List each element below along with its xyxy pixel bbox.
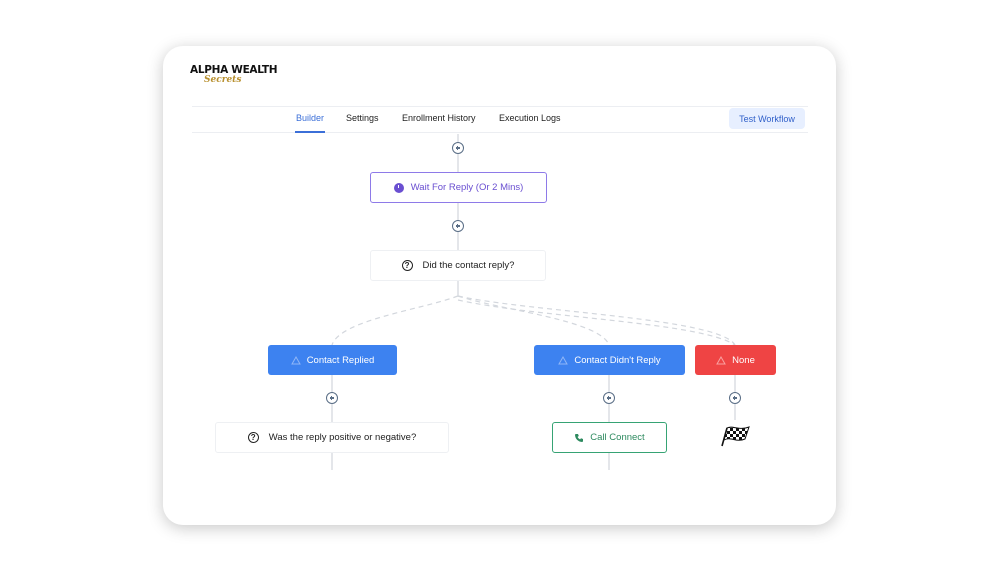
call-connect-node[interactable]: Call Connect <box>552 422 667 453</box>
workflow-connectors <box>331 134 736 470</box>
warning-icon <box>558 355 569 365</box>
warning-icon <box>290 355 301 365</box>
wait-node-label: Wait For Reply (Or 2 Mins) <box>410 182 524 193</box>
finish-flag-icon <box>721 426 750 447</box>
add-step-button[interactable] <box>326 392 338 404</box>
branch-label: None <box>732 354 755 366</box>
question-icon: ? <box>401 260 413 271</box>
warning-icon <box>716 355 727 365</box>
branch-label: Contact Replied <box>306 354 375 366</box>
condition-node-reply-sentiment[interactable]: ? Was the reply positive or negative? <box>215 422 449 453</box>
add-step-button[interactable] <box>452 220 464 232</box>
condition-node-did-reply[interactable]: ? Did the contact reply? <box>370 250 546 281</box>
condition-node-label: Was the reply positive or negative? <box>268 432 417 443</box>
add-step-button[interactable] <box>452 142 464 154</box>
condition-node-label: Did the contact reply? <box>422 260 515 271</box>
add-step-button[interactable] <box>729 392 741 404</box>
call-node-label: Call Connect <box>590 432 645 443</box>
add-step-button[interactable] <box>603 392 615 404</box>
branch-label: Contact Didn't Reply <box>574 354 661 366</box>
question-icon: ? <box>247 432 259 443</box>
clock-icon <box>393 182 404 193</box>
phone-icon <box>574 433 584 443</box>
wait-for-reply-node[interactable]: Wait For Reply (Or 2 Mins) <box>370 172 547 203</box>
branch-contact-replied[interactable]: Contact Replied <box>268 345 397 375</box>
branch-contact-didnt-reply[interactable]: Contact Didn't Reply <box>534 345 685 375</box>
branch-none[interactable]: None <box>695 345 776 375</box>
